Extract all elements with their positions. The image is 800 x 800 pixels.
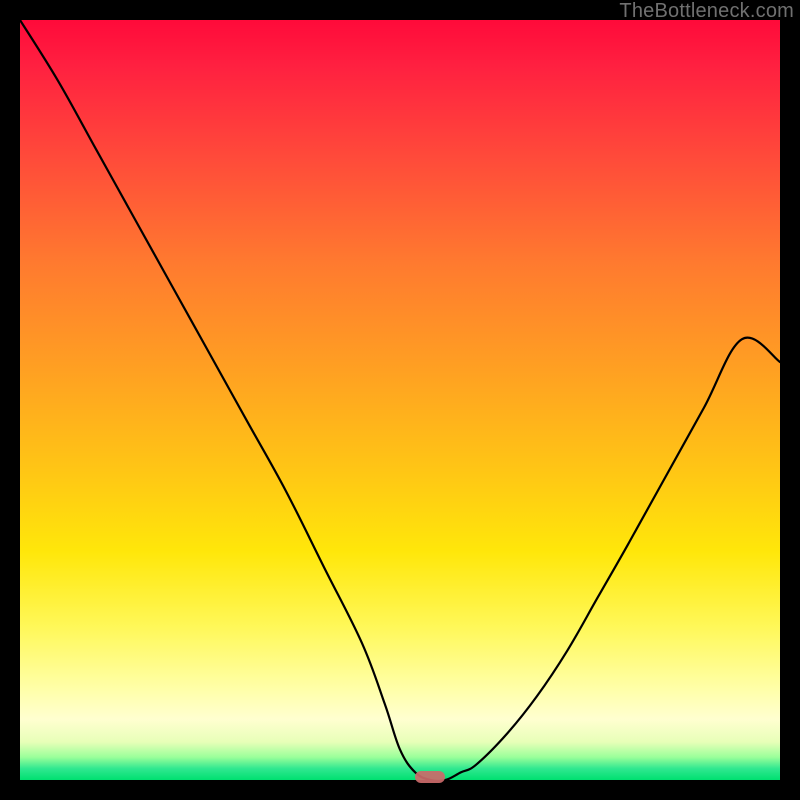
bottleneck-curve [20,20,780,780]
optimum-marker [415,771,445,783]
watermark-text: TheBottleneck.com [619,0,794,23]
chart-frame: TheBottleneck.com [0,0,800,800]
plot-area [20,20,780,780]
